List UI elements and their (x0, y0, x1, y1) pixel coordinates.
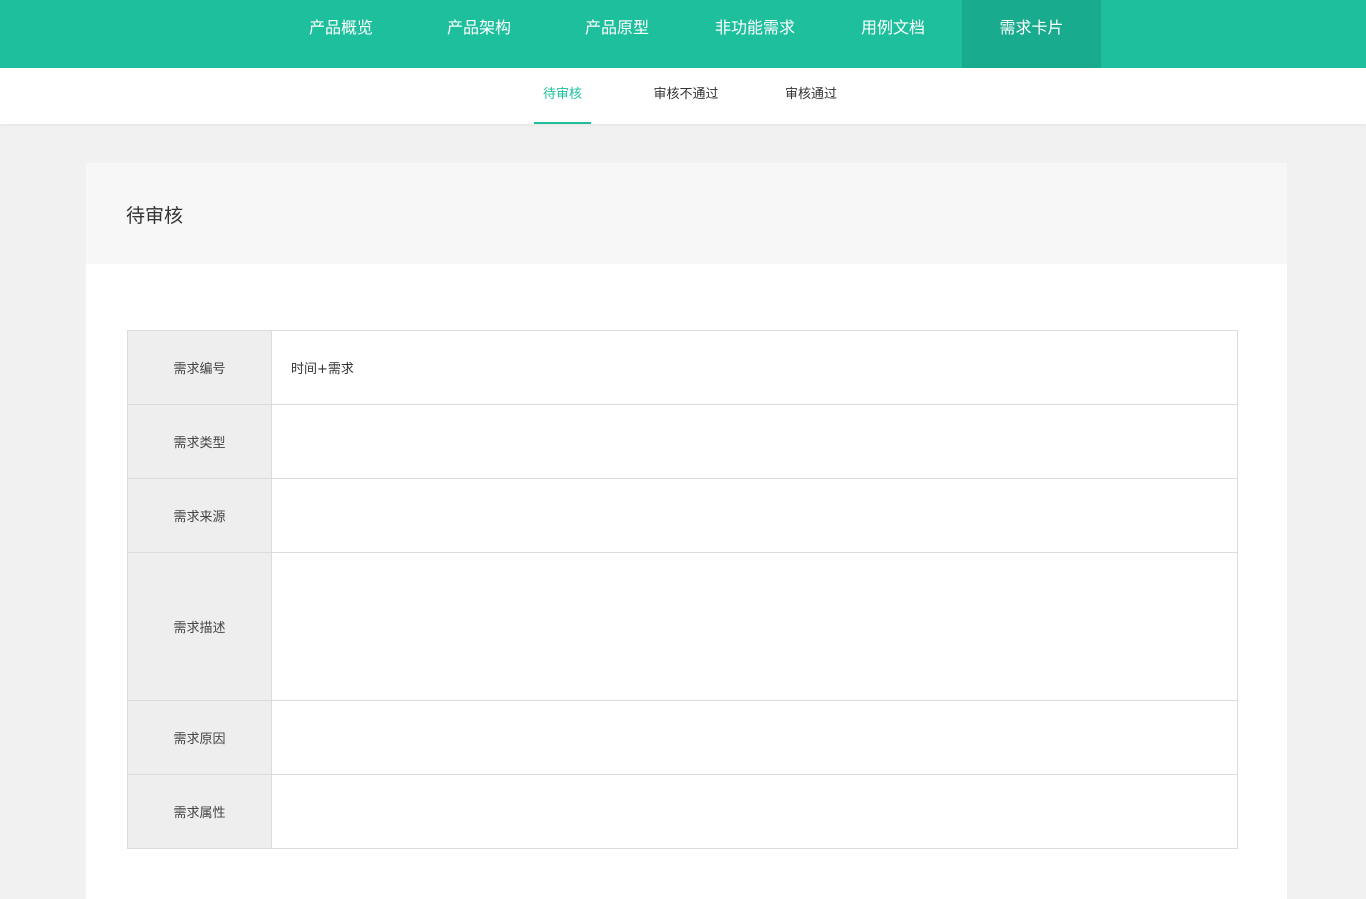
field-label-requirement-source: 需求来源 (127, 478, 272, 553)
field-value-requirement-reason[interactable] (271, 700, 1238, 775)
field-label-requirement-attribute: 需求属性 (127, 774, 272, 849)
table-row: 需求类型 (127, 404, 1238, 479)
requirement-form-table: 需求编号 时间+需求 需求类型 需求来源 需求描述 需求原因 需求属性 (127, 330, 1238, 849)
top-nav-item-product-prototype[interactable]: 产品原型 (564, 0, 670, 68)
top-nav-item-product-architecture[interactable]: 产品架构 (426, 0, 532, 68)
field-value-requirement-id[interactable]: 时间+需求 (271, 330, 1238, 405)
field-value-requirement-description[interactable] (271, 552, 1238, 701)
card-header: 待审核 (86, 163, 1287, 264)
tab-review-approved[interactable]: 审核通过 (776, 68, 846, 124)
field-value-requirement-attribute[interactable] (271, 774, 1238, 849)
tab-pending-review[interactable]: 待审核 (534, 68, 591, 124)
table-row: 需求属性 (127, 774, 1238, 849)
sub-navigation-tabs: 待审核 审核不通过 审核通过 (0, 68, 1366, 124)
table-row: 需求描述 (127, 552, 1238, 701)
table-row: 需求来源 (127, 478, 1238, 553)
field-value-requirement-source[interactable] (271, 478, 1238, 553)
top-nav-item-requirement-cards[interactable]: 需求卡片 (962, 0, 1101, 68)
top-nav-item-product-overview[interactable]: 产品概览 (288, 0, 394, 68)
field-label-requirement-description: 需求描述 (127, 552, 272, 701)
card-title: 待审核 (126, 205, 184, 227)
table-row: 需求原因 (127, 700, 1238, 775)
top-nav-item-non-functional-requirements[interactable]: 非功能需求 (700, 0, 810, 68)
top-navigation-bar: 产品概览 产品架构 产品原型 非功能需求 用例文档 需求卡片 (0, 0, 1366, 68)
field-label-requirement-reason: 需求原因 (127, 700, 272, 775)
table-row: 需求编号 时间+需求 (127, 330, 1238, 405)
top-nav-item-use-case-docs[interactable]: 用例文档 (840, 0, 946, 68)
requirement-card: 待审核 需求编号 时间+需求 需求类型 需求来源 需求描述 需求原因 需求属性 (86, 163, 1287, 899)
field-value-requirement-type[interactable] (271, 404, 1238, 479)
field-label-requirement-type: 需求类型 (127, 404, 272, 479)
tab-review-rejected[interactable]: 审核不通过 (645, 68, 727, 124)
field-label-requirement-id: 需求编号 (127, 330, 272, 405)
